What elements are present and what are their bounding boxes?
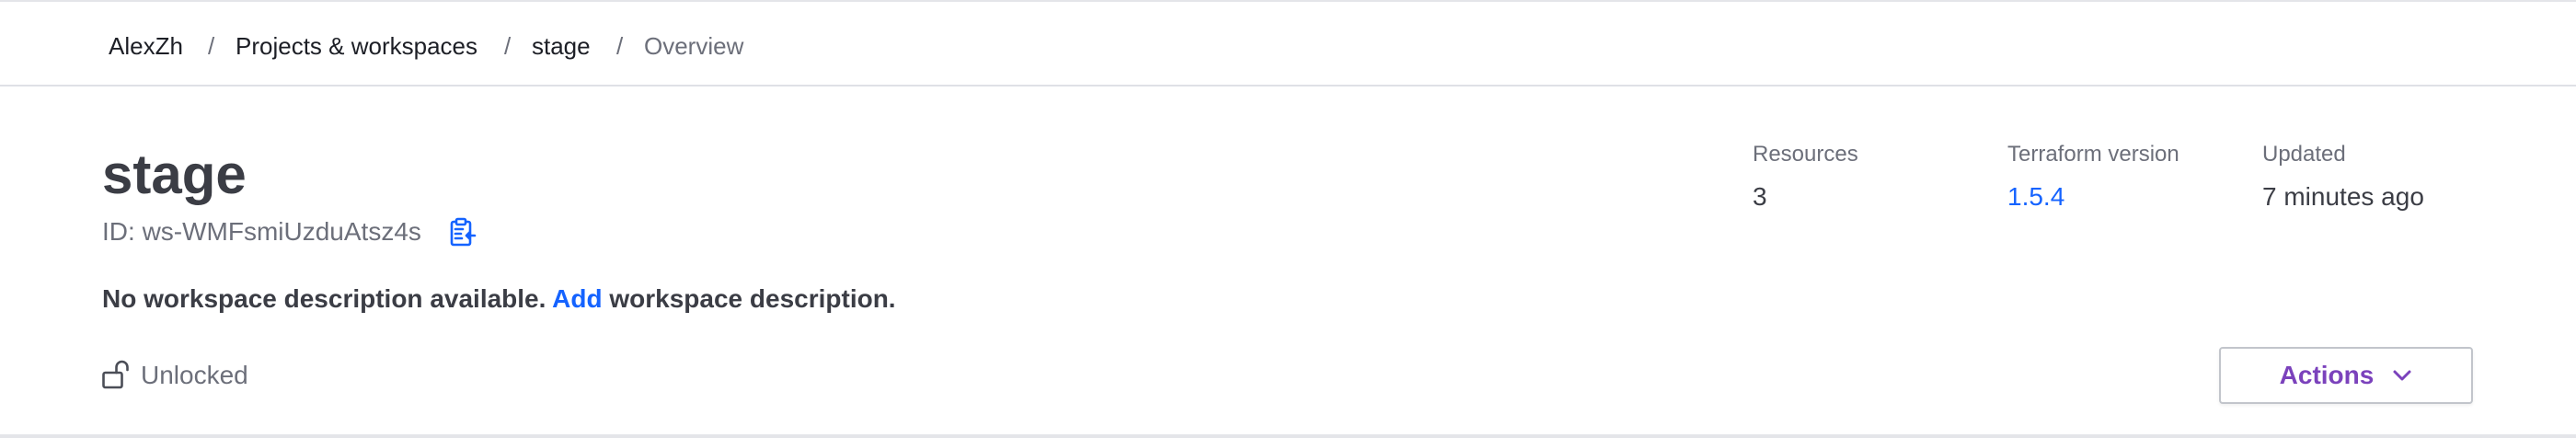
breadcrumb-separator: /	[504, 32, 512, 60]
breadcrumb-projects[interactable]: Projects & workspaces	[236, 32, 477, 60]
terraform-version-link[interactable]: 1.5.4	[2007, 182, 2064, 212]
workspace-id-label: ID:	[102, 217, 135, 246]
workspace-description: No workspace description available. Add …	[102, 283, 896, 315]
breadcrumb-current: Overview	[644, 32, 744, 60]
workspace-id-value: ws-WMFsmiUzduAtsz4s	[142, 217, 421, 246]
resources-count: 3	[1753, 182, 1767, 211]
clipboard-copy-icon	[450, 217, 477, 247]
breadcrumb-org[interactable]: AlexZh	[109, 32, 183, 60]
workspace-header: stage ID: ws-WMFsmiUzduAtsz4s No workspa…	[0, 86, 2576, 436]
actions-dropdown-button[interactable]: Actions	[2219, 347, 2473, 404]
page-title: stage	[102, 144, 247, 205]
updated-time: 7 minutes ago	[2262, 182, 2424, 211]
lock-status-label: Unlocked	[141, 361, 248, 389]
unlock-icon	[102, 360, 129, 389]
updated-label: Updated	[2262, 142, 2346, 167]
resources-label: Resources	[1753, 142, 1858, 167]
add-description-link[interactable]: Add	[552, 284, 602, 313]
bottom-divider	[0, 434, 2576, 438]
terraform-version-label: Terraform version	[2007, 142, 2179, 167]
lock-status: Unlocked	[102, 357, 248, 394]
description-suffix: workspace description.	[609, 284, 896, 313]
copy-id-button[interactable]	[447, 216, 478, 248]
workspace-id: ID: ws-WMFsmiUzduAtsz4s	[102, 217, 421, 247]
breadcrumb-workspace[interactable]: stage	[532, 32, 591, 60]
breadcrumb-separator: /	[616, 32, 624, 60]
actions-label: Actions	[2279, 361, 2375, 389]
breadcrumb-separator: /	[208, 32, 215, 60]
breadcrumb: AlexZh / Projects & workspaces / stage /…	[0, 2, 2576, 86]
chevron-down-icon	[2393, 370, 2411, 381]
description-text: No workspace description available.	[102, 284, 546, 313]
